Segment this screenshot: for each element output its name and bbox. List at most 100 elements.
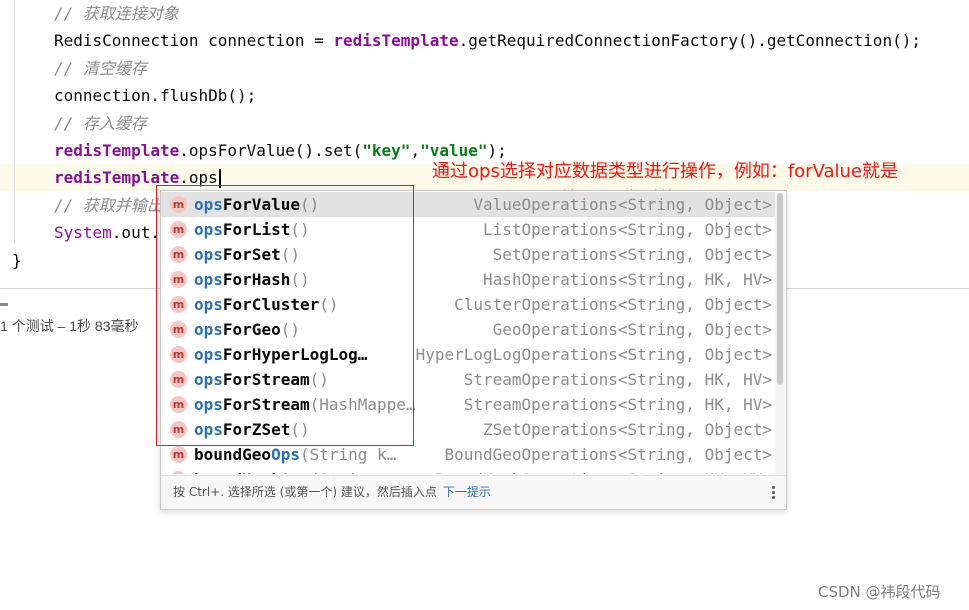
name-match: ops: [194, 295, 223, 314]
name-params: (): [299, 195, 320, 214]
completion-item-name: opsForStream(): [194, 367, 329, 392]
completion-item-name: opsForList(): [194, 217, 310, 242]
name-rest: ForSet: [222, 245, 281, 264]
name-match: ops: [194, 370, 223, 389]
method-icon: m: [170, 446, 187, 463]
fold-guide: [14, 0, 15, 244]
closing-brace: }: [12, 251, 22, 270]
method-icon: m: [170, 421, 187, 438]
name-params: (): [290, 220, 310, 239]
completion-item[interactable]: m opsForGeo() GeoOperations<String, Object…: [161, 317, 775, 342]
completion-item-type: HashOperations<String, HK, HV>: [483, 270, 772, 289]
name-rest: ForStream: [222, 370, 310, 389]
name-params: (): [290, 420, 310, 439]
completion-list[interactable]: m opsForValue() ValueOperations<String, Ob…: [161, 192, 775, 474]
method-icon: m: [170, 221, 187, 238]
field-ref: redisTemplate: [54, 141, 180, 160]
completion-item-name: opsForHyperLogLog…: [194, 342, 367, 367]
completion-item-type: ClusterOperations<String, Object>: [454, 295, 772, 314]
completion-item-type: ZSetOperations<String, Object>: [483, 420, 772, 439]
completion-item-name: opsForZSet(): [194, 417, 310, 442]
completion-item-name: opsForHash(): [194, 267, 310, 292]
class-ref: System: [54, 223, 112, 242]
name-params: (): [280, 320, 300, 339]
completion-item-type: ValueOperations<String, Object>: [473, 195, 772, 214]
field-ref: redisTemplate: [333, 31, 459, 50]
completion-item[interactable]: m opsForHash() HashOperations<String, HK, …: [161, 267, 775, 292]
string-literal: "key": [362, 141, 411, 160]
more-options-icon[interactable]: [772, 486, 776, 501]
code-text: .getRequiredConnectionFactory().getConne…: [458, 31, 921, 50]
code-line-current[interactable]: redisTemplate.ops: [54, 164, 221, 191]
code-line-flush: connection.flushDb();: [54, 86, 257, 105]
panel-tab-marker[interactable]: [0, 303, 8, 306]
completion-item-type: ListOperations<String, Object>: [483, 220, 772, 239]
comment-store-cache: // 存入缓存: [54, 114, 147, 133]
completion-item-name: opsForCluster(): [194, 292, 339, 317]
name-match: Ops: [271, 445, 300, 464]
name-match: ops: [194, 220, 223, 239]
completion-item-type: HyperLogLogOperations<String, Object>: [415, 345, 772, 364]
name-params: (): [290, 270, 310, 289]
name-rest: ForHyperLogLog…: [222, 345, 368, 364]
name-params: (): [319, 295, 339, 314]
name-match: ops: [194, 245, 223, 264]
method-icon: m: [170, 346, 187, 363]
completion-item[interactable]: m boundHashOps(String… BoundHashOperations…: [161, 467, 775, 474]
name-rest: ForStream: [222, 395, 310, 414]
completion-footer: 按 Ctrl+. 选择所选 (或第一个) 建议，然后插入点 下一提示: [161, 475, 786, 509]
completion-item[interactable]: m opsForCluster() ClusterOperations<String…: [161, 292, 775, 317]
comment-get-output: // 获取并输出: [54, 196, 163, 215]
method-icon: m: [170, 271, 187, 288]
method-icon: m: [170, 371, 187, 388]
name-params: (HashMappe…: [309, 395, 416, 414]
completion-item-name: opsForSet(): [194, 242, 300, 267]
footer-hint-text: 按 Ctrl+. 选择所选 (或第一个) 建议，然后插入点: [173, 485, 437, 499]
name-rest: ForZSet: [222, 420, 291, 439]
completion-item[interactable]: m opsForSet() SetOperations<String, Object…: [161, 242, 775, 267]
completion-item[interactable]: m opsForList() ListOperations<String, Obje…: [161, 217, 775, 242]
name-prefix: boundGeo: [194, 445, 272, 464]
name-match: ops: [194, 420, 223, 439]
name-params: (): [280, 245, 300, 264]
method-icon: m: [170, 296, 187, 313]
name-rest: ForHash: [222, 270, 291, 289]
method-icon: m: [170, 196, 187, 213]
code-text: ,: [410, 141, 421, 160]
typed-text: .ops: [179, 168, 218, 187]
completion-item-type: StreamOperations<String, HK, HV>: [463, 370, 772, 389]
method-icon: m: [170, 321, 187, 338]
completion-item[interactable]: m opsForZSet() ZSetOperations<String, Obje…: [161, 417, 775, 442]
code-text: .opsForValue().set(: [179, 141, 363, 160]
completion-item-type: StreamOperations<String, HK, HV>: [463, 395, 772, 414]
name-match: ops: [194, 345, 223, 364]
watermark: CSDN @祎段代码: [818, 583, 941, 601]
name-match: ops: [194, 395, 223, 414]
code-line-connection: RedisConnection connection = redisTempla…: [54, 27, 921, 54]
completion-item[interactable]: m opsForStream(HashMappe… StreamOperations…: [161, 392, 775, 417]
completion-item-type: SetOperations<String, Object>: [492, 245, 772, 264]
completion-item[interactable]: m boundGeoOps(String k… BoundGeoOperations…: [161, 442, 775, 467]
code-text: RedisConnection connection =: [54, 31, 334, 50]
text-caret: [218, 169, 221, 188]
completion-item-name: opsForValue(): [194, 192, 319, 217]
method-icon: m: [170, 246, 187, 263]
name-rest: ForList: [222, 220, 291, 239]
comment-get-connection: // 获取连接对象: [54, 4, 179, 23]
test-status-text: 1 个测试 – 1秒 83毫秒: [0, 318, 139, 334]
completion-item-name: boundGeoOps(String k…: [194, 442, 396, 467]
completion-item-name: opsForStream(HashMappe…: [194, 392, 416, 417]
completion-item[interactable]: m opsForStream() StreamOperations<String, …: [161, 367, 775, 392]
name-match: ops: [194, 195, 223, 214]
completion-item-name: boundHashOps(String…: [194, 467, 387, 474]
name-match: Ops: [281, 470, 310, 474]
method-icon: m: [170, 471, 187, 474]
next-tip-link[interactable]: 下一提示: [443, 485, 491, 499]
scrollbar-thumb[interactable]: [777, 193, 783, 385]
completion-item-name: opsForGeo(): [194, 317, 300, 342]
code-completion-popup[interactable]: m opsForValue() ValueOperations<String, Ob…: [160, 190, 787, 510]
completion-item[interactable]: m opsForValue() ValueOperations<String, Ob…: [161, 192, 775, 217]
code-text: .out.: [111, 223, 160, 242]
completion-item[interactable]: m opsForHyperLogLog… HyperLogLogOperations…: [161, 342, 775, 367]
footer-hint: 按 Ctrl+. 选择所选 (或第一个) 建议，然后插入点 下一提示: [173, 476, 491, 509]
